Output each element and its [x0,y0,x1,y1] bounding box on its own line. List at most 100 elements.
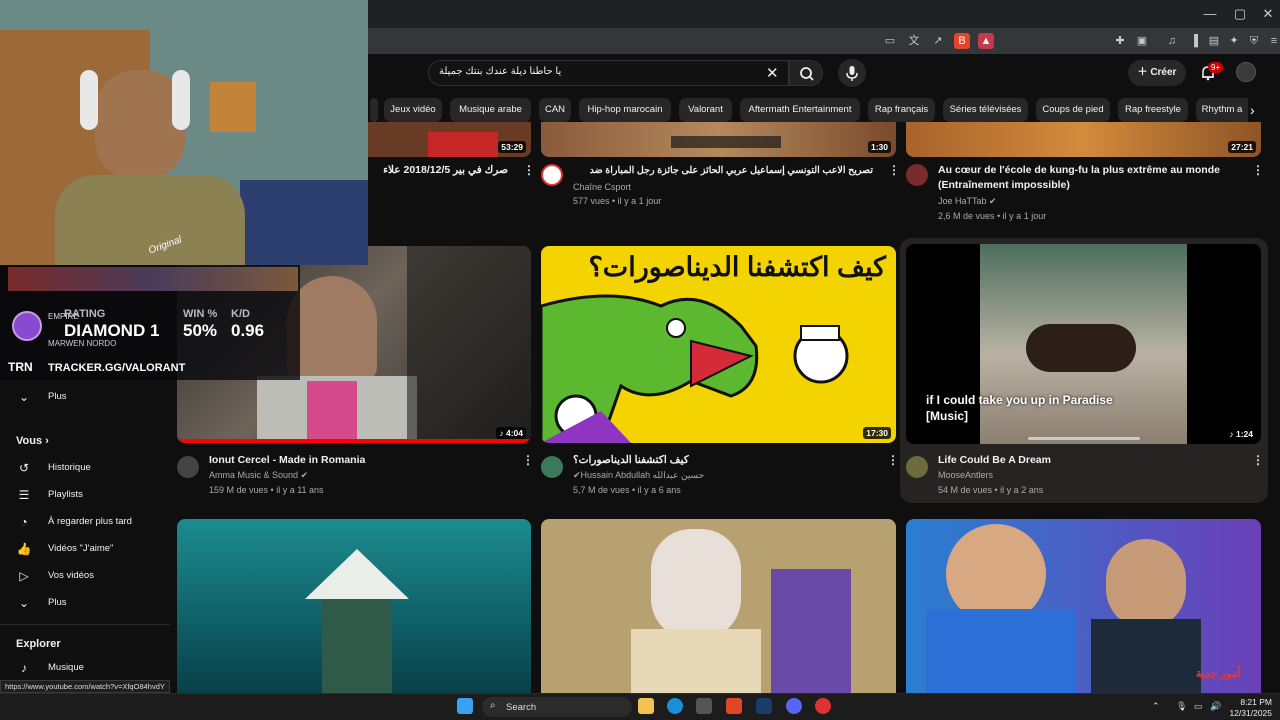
chip[interactable]: CAN [539,98,571,122]
thumb-shirt-left [926,609,1076,693]
menu-icon[interactable]: ≡ [1266,33,1280,49]
video-thumbnail[interactable]: كيف اكتشفنا الديناصورات؟ 17:30 [541,246,896,443]
channel-name[interactable]: MooseAntlers [938,470,993,480]
more-options-icon[interactable]: ⋮ [888,163,900,177]
chip[interactable]: Coups de pied [1036,98,1110,122]
channel-avatar[interactable] [541,456,563,478]
taskbar-clock[interactable]: 8:21 PM 12/31/2025 [1228,697,1272,719]
taskbar-search[interactable]: ⌕ Search [482,697,632,717]
video-title[interactable]: Au cœur de l'école de kung-fu la plus ex… [938,163,1238,193]
more-options-icon[interactable]: ⋮ [1252,163,1264,177]
voice-search-button[interactable] [838,59,866,87]
chip[interactable]: Rap freestyle [1118,98,1188,122]
sidebar-item-more-2[interactable]: ⌄ Plus [0,590,170,616]
channel-name[interactable]: ✔Hussain Abdullah حسين عبدالله [573,470,704,481]
vpn-icon[interactable]: ⛨ [1246,33,1262,49]
windows-start-icon[interactable] [457,698,473,714]
tab-icon[interactable]: ▣ [1134,33,1150,49]
sidebar-item-your-videos[interactable]: ▷ Vos vidéos [0,563,170,589]
video-thumbnail[interactable] [541,519,896,693]
app-icon[interactable] [696,698,712,714]
discord-icon[interactable] [786,698,802,714]
thumb-man-purple [771,569,851,693]
chips-next-icon[interactable]: › [1250,102,1255,118]
channel-avatar[interactable] [177,456,199,478]
close-window-button[interactable]: ✕ [1258,6,1278,22]
valorant-stats-overlay: EMPIRE RATING DIAMOND 1 WIN % K/D 50% 0.… [0,265,300,380]
channel-name[interactable]: Chaîne Csport [573,182,631,192]
chip[interactable]: Aftermath Entertainment [740,98,860,122]
sidebar-item-watch-later[interactable]: ◔ À regarder plus tard [0,509,170,535]
brave-rewards-icon[interactable]: ▲ [978,33,994,49]
your-videos-icon: ▷ [19,569,29,583]
sidebar-label: Historique [48,462,91,473]
sidebar-toggle-icon[interactable]: ▐ [1186,33,1202,49]
video-thumbnail[interactable] [177,519,531,693]
chip[interactable]: Hip-hop marocain [579,98,671,122]
wallet-icon[interactable]: ▤ [1206,33,1222,49]
more-options-icon[interactable]: ⋮ [523,163,535,177]
edge-icon[interactable] [667,698,683,714]
thumb-chimp [1026,324,1136,372]
sidebar-item-history[interactable]: ↺ Historique [0,455,170,481]
search-input[interactable]: يا حاطنا ديلة عندك بنتك جميلة [428,60,789,86]
account-avatar[interactable] [1236,62,1256,82]
video-title[interactable]: Life Could Be A Dream [938,453,1238,468]
video-title[interactable]: كيف اكتشفنا الديناصورات؟ [573,453,693,468]
brave-shield-icon[interactable]: B [954,33,970,49]
maximize-button[interactable]: ▢ [1230,6,1250,22]
cast-icon[interactable]: ▭ [882,33,898,49]
chip[interactable]: Rhythm a [1196,98,1248,122]
video-thumbnail[interactable]: 1:30 [541,122,896,157]
tray-chevron-icon[interactable]: ⌃ [1152,701,1160,712]
translate-icon[interactable]: 文 [906,33,922,49]
video-thumbnail[interactable]: 53:29 [368,122,531,157]
channel-avatar[interactable] [906,456,928,478]
dinosaur-illustration [541,294,849,443]
channel-avatar[interactable] [541,164,563,186]
sidebar-item-playlists[interactable]: ☰ Playlists [0,482,170,508]
chip[interactable]: Musique arabe [450,98,531,122]
thumb-old-man [651,529,741,639]
sidebar-item-liked[interactable]: 👍 Vidéos "J'aime" [0,536,170,562]
microphone-tray-icon[interactable]: 🎙 [1176,701,1187,712]
steam-icon[interactable] [756,698,772,714]
video-title[interactable]: صرك في بير 2018/12/5 علاء [368,163,508,178]
leo-icon[interactable]: ✦ [1226,33,1242,49]
video-thumbnail[interactable]: if I could take you up in Paradise [Musi… [906,244,1261,444]
duration-text: 1:24 [1235,429,1253,439]
file-explorer-icon[interactable] [638,698,654,714]
more-options-icon[interactable]: ⋮ [1252,453,1264,467]
thumb-caption: if I could take you up in Paradise [Musi… [926,393,1113,423]
chip[interactable]: Valorant [679,98,732,122]
more-options-icon[interactable]: ⋮ [887,453,899,467]
search-button[interactable] [789,60,823,86]
sidebar-item-more[interactable]: ⌄ Plus [0,384,170,410]
video-title[interactable]: تصريح الاعب التونسي إسماعيل عربي الحائز … [573,163,873,178]
chip[interactable]: Séries télévisées [943,98,1028,122]
game-launcher-icon[interactable] [815,698,831,714]
video-thumbnail[interactable]: أمور جدية [906,519,1261,693]
extensions-icon[interactable]: ✚ [1112,33,1128,49]
video-thumbnail[interactable]: 27:21 [906,122,1261,157]
chip-partial[interactable] [370,98,378,122]
more-options-icon[interactable]: ⋮ [522,453,534,467]
minimize-button[interactable]: — [1200,6,1220,21]
music-note-icon[interactable]: ♫ [1164,33,1180,49]
verified-icon: ✔ [989,196,997,206]
channel-name[interactable]: Joe HaTTab ✔ [938,196,997,207]
share-icon[interactable]: ↗ [930,33,946,49]
sidebar-item-music[interactable]: ♪ Musique [0,655,170,681]
network-icon[interactable]: ▭ [1194,701,1203,712]
video-title[interactable]: Ionut Cercel - Made in Romania [209,453,509,468]
volume-icon[interactable]: 🔊 [1210,701,1221,712]
clear-search-icon[interactable]: ✕ [766,64,779,82]
chip[interactable]: Jeux vidéo [384,98,442,122]
duration-badge: ♪ 1:24 [1226,428,1256,440]
sidebar-section-you[interactable]: Vous › [16,435,49,447]
brave-icon[interactable] [726,698,742,714]
channel-name[interactable]: Amma Music & Sound ✔ [209,470,308,481]
channel-avatar[interactable] [906,164,928,186]
create-button[interactable]: ＋ Créer [1128,60,1186,86]
chip[interactable]: Rap français [868,98,935,122]
